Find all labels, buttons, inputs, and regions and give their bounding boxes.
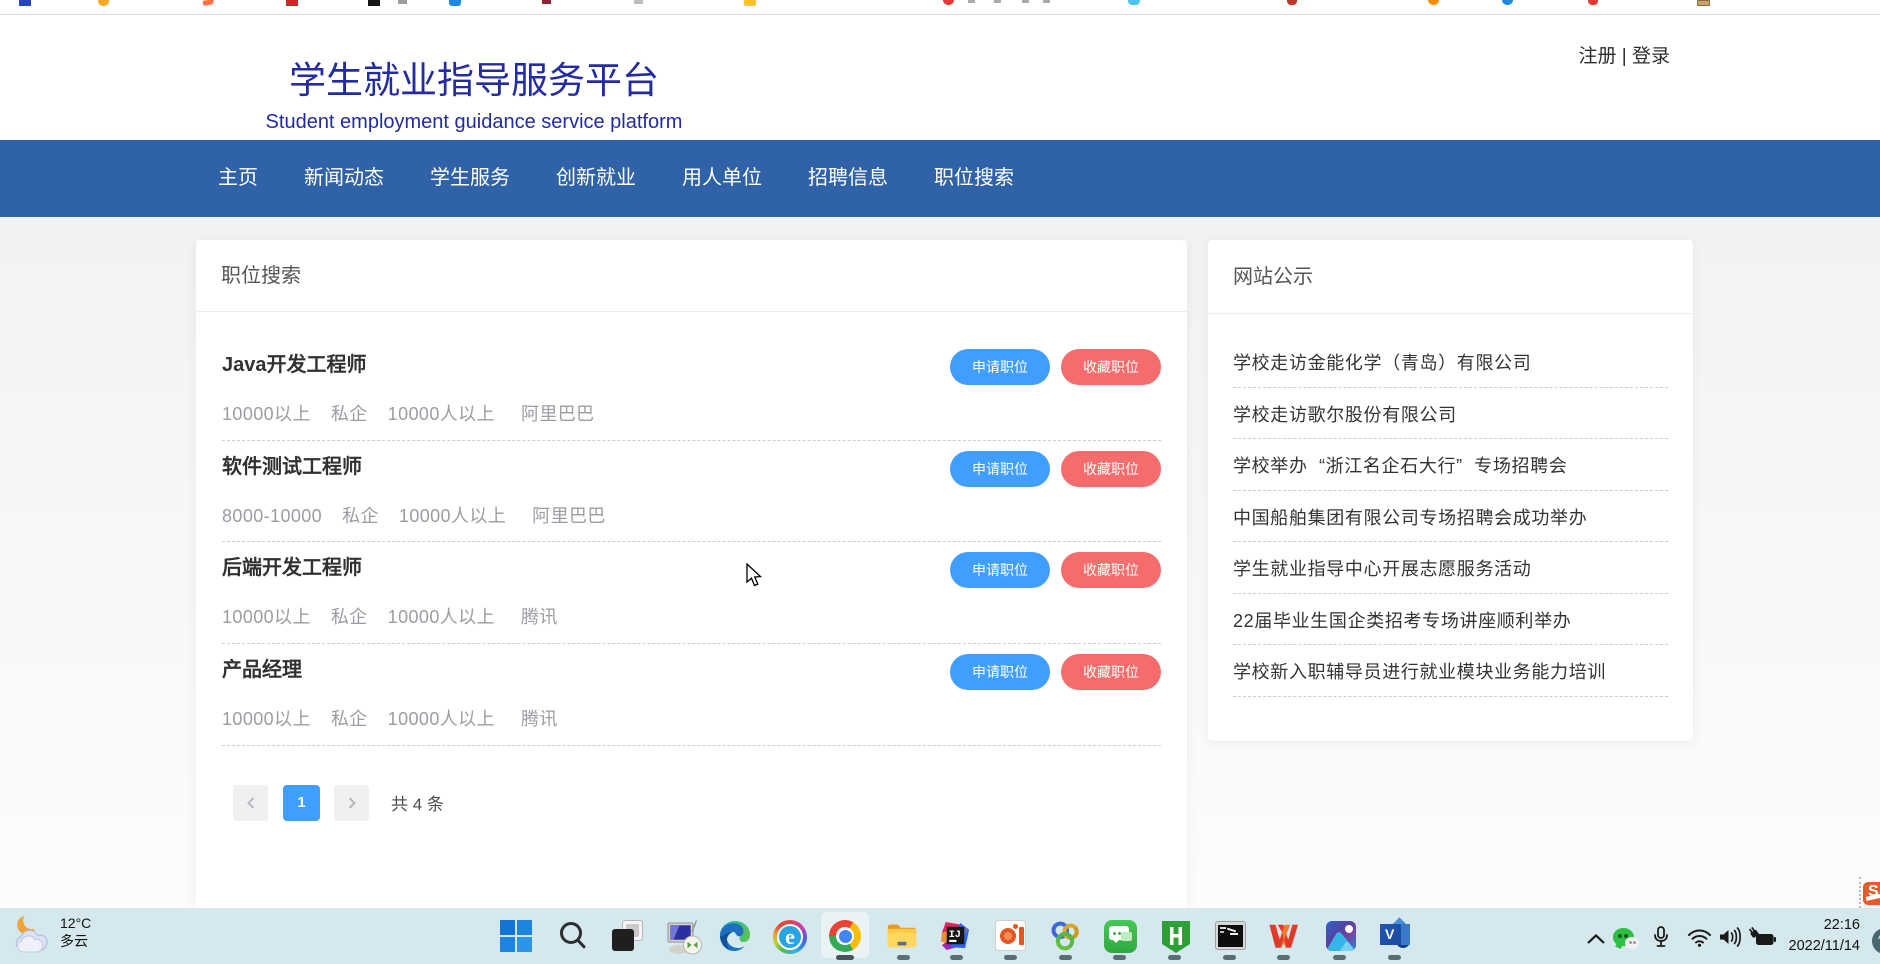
svg-text:IJ: IJ [949, 930, 961, 941]
